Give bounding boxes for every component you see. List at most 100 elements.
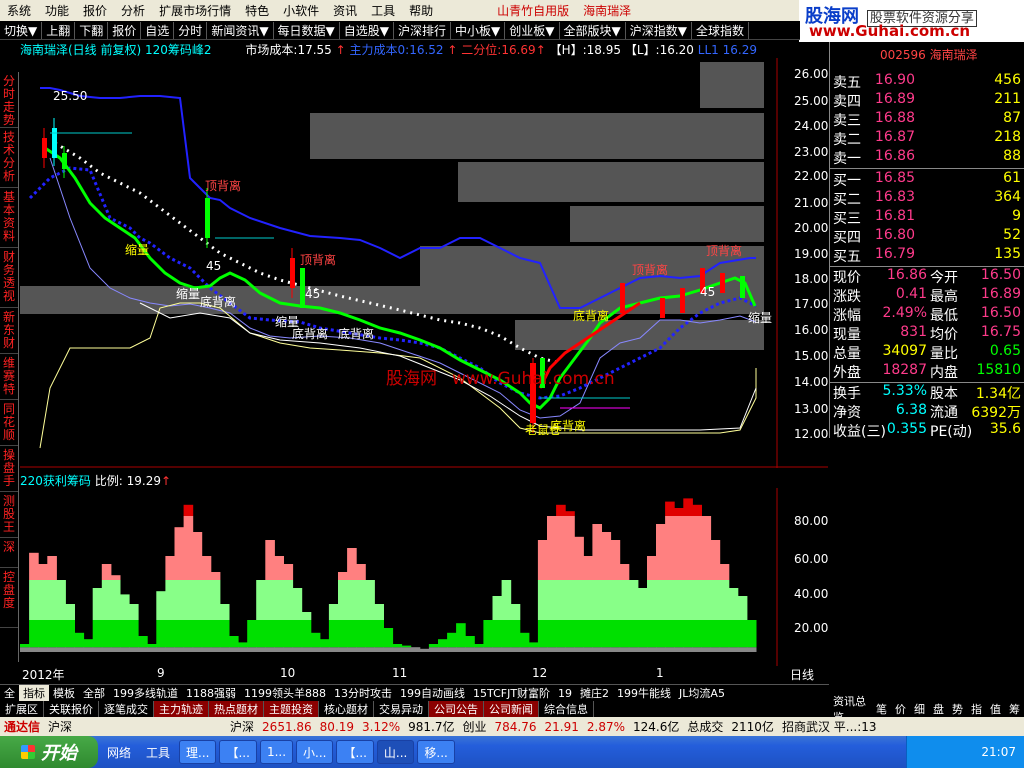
task-item-6[interactable]: 小... xyxy=(296,740,334,764)
tab-jia[interactable]: 价 xyxy=(891,701,910,717)
toolbar-news[interactable]: 新闻资讯▼ xyxy=(207,21,274,39)
tab-ind-8[interactable]: 摊庄2 xyxy=(576,685,613,701)
tab-ind-4[interactable]: 13分时攻击 xyxy=(330,685,396,701)
start-button[interactable]: 开始 xyxy=(0,736,98,768)
toolbar-quote[interactable]: 报价 xyxy=(108,21,142,39)
nav-eastmoney[interactable]: 新东财 xyxy=(0,308,18,354)
toolbar-watchlist[interactable]: 自选 xyxy=(141,21,175,39)
tab-ind-2[interactable]: 1188强弱 xyxy=(182,685,240,701)
toolbar-all-sectors[interactable]: 全部版块▼ xyxy=(560,21,626,39)
toolbar-global-index[interactable]: 全球指数 xyxy=(692,21,749,39)
tab-ind-9[interactable]: 199牛能线 xyxy=(613,685,675,701)
toolbar-page-down[interactable]: 下翻 xyxy=(75,21,109,39)
toolbar-switch[interactable]: 切换▼ xyxy=(0,21,43,39)
ask-4-row[interactable]: 卖四 16.89 211 xyxy=(830,91,1024,110)
tab-related-quote[interactable]: 关联报价 xyxy=(44,701,99,717)
toolbar-page-up[interactable]: 上翻 xyxy=(42,21,76,39)
task-network[interactable]: 网络 xyxy=(101,740,137,764)
ask-3-row[interactable]: 卖三 16.88 87 xyxy=(830,110,1024,129)
toolbar-index[interactable]: 沪深指数▼ xyxy=(626,21,692,39)
tab-announcements[interactable]: 公司公告 xyxy=(429,701,484,717)
tab-template[interactable]: 模板 xyxy=(49,685,79,701)
cost-value: 17.55 xyxy=(297,43,332,57)
menu-analysis[interactable]: 分析 xyxy=(114,2,152,19)
tab-pan[interactable]: 盘 xyxy=(929,701,948,717)
clock[interactable]: 21:07 xyxy=(981,745,1016,759)
menu-help[interactable]: 帮助 xyxy=(402,2,440,19)
nav-control[interactable]: 控盘度 xyxy=(0,568,18,628)
menu-small-software[interactable]: 小软件 xyxy=(276,2,326,19)
price-chart[interactable]: 26.00 25.00 24.00 23.00 22.00 21.00 20.0… xyxy=(20,58,828,468)
nav-technical[interactable]: 技术分析 xyxy=(0,128,18,188)
menu-tools[interactable]: 工具 xyxy=(364,2,402,19)
toolbar-my-stocks[interactable]: 自选股▼ xyxy=(340,21,395,39)
task-tools[interactable]: 工具 xyxy=(140,740,176,764)
indicator-bar xyxy=(92,588,103,620)
bid-5-row[interactable]: 买五 16.79 135 xyxy=(830,246,1024,265)
tab-zhi[interactable]: 指 xyxy=(967,701,986,717)
tab-ind-6[interactable]: 15TCFJT财富阶 xyxy=(469,685,554,701)
task-item-5[interactable]: 1... xyxy=(259,740,294,764)
tab-hot-topics[interactable]: 热点题材 xyxy=(209,701,264,717)
menu-news[interactable]: 资讯 xyxy=(326,2,364,19)
ask-1-row[interactable]: 卖一 16.86 88 xyxy=(830,148,1024,167)
nav-basic-info[interactable]: 基本资料 xyxy=(0,188,18,248)
indicator-bar xyxy=(565,580,575,620)
menu-function[interactable]: 功能 xyxy=(38,2,76,19)
tab-tick-trades[interactable]: 逐笔成交 xyxy=(99,701,154,717)
task-item-9[interactable]: 移... xyxy=(417,740,455,764)
market-label[interactable]: 沪深 xyxy=(44,718,76,735)
nav-shen[interactable]: 深 xyxy=(0,538,18,568)
ask-2-row[interactable]: 卖二 16.87 218 xyxy=(830,129,1024,148)
indicator-bar xyxy=(101,564,112,580)
nav-tonghuashun[interactable]: 同花顺 xyxy=(0,400,18,446)
task-item-8[interactable]: 山... xyxy=(376,740,415,764)
menu-feature[interactable]: 特色 xyxy=(238,2,276,19)
nav-intraday[interactable]: 分时走势 xyxy=(0,72,18,128)
tab-extension[interactable]: 扩展区 xyxy=(0,701,44,717)
tab-general-info[interactable]: 综合信息 xyxy=(539,701,594,717)
nav-weisaite[interactable]: 维赛特 xyxy=(0,354,18,400)
ask-5-row[interactable]: 卖五 16.90 456 xyxy=(830,72,1024,91)
task-item-4[interactable]: 【... xyxy=(219,740,257,764)
tab-company-news[interactable]: 公司新闻 xyxy=(484,701,539,717)
tab-chou[interactable]: 筹 xyxy=(1005,701,1024,717)
bid-4-row[interactable]: 买四 16.80 52 xyxy=(830,227,1024,246)
nav-trader[interactable]: 操盘手 xyxy=(0,446,18,492)
ask-volume: 456 xyxy=(994,72,1021,88)
tab-ind-5[interactable]: 199自动画线 xyxy=(396,685,469,701)
tab-theme-invest[interactable]: 主题投资 xyxy=(264,701,319,717)
toolbar-sme-board[interactable]: 中小板▼ xyxy=(451,21,506,39)
indicator-bar xyxy=(528,647,539,652)
task-item-7[interactable]: 【... xyxy=(336,740,374,764)
tab-trade-anomaly[interactable]: 交易异动 xyxy=(374,701,429,717)
tab-shi[interactable]: 势 xyxy=(948,701,967,717)
menu-system[interactable]: 系统 xyxy=(0,2,38,19)
menu-quote[interactable]: 报价 xyxy=(76,2,114,19)
tab-all-short[interactable]: 全 xyxy=(0,685,19,701)
toolbar-ranking[interactable]: 沪深排行 xyxy=(394,21,452,39)
period-label[interactable]: 日线 xyxy=(790,666,814,683)
bid-3-row[interactable]: 买三 16.81 9 xyxy=(830,208,1024,227)
tab-bi[interactable]: 笔 xyxy=(872,701,891,717)
nav-finance[interactable]: 财务透视 xyxy=(0,248,18,308)
task-item-3[interactable]: 理... xyxy=(179,740,217,764)
menu-extended-market[interactable]: 扩展市场行情 xyxy=(152,2,238,19)
toolbar-intraday[interactable]: 分时 xyxy=(174,21,208,39)
toolbar-daily-data[interactable]: 每日数据▼ xyxy=(274,21,340,39)
nav-stock-king[interactable]: 测股王 xyxy=(0,492,18,538)
indicator-chart[interactable]: 80.00 60.00 40.00 20.00 xyxy=(20,488,828,666)
tab-all[interactable]: 全部 xyxy=(79,685,109,701)
tab-indicator[interactable]: 指标 xyxy=(19,685,49,701)
bid-2-row[interactable]: 买二 16.83 364 xyxy=(830,189,1024,208)
tab-ind-10[interactable]: JL均流A5 xyxy=(675,685,729,701)
tab-ind-7[interactable]: 19 xyxy=(554,687,576,700)
toolbar-gem-board[interactable]: 创业板▼ xyxy=(505,21,560,39)
tab-ind-1[interactable]: 199多线轨道 xyxy=(109,685,182,701)
tab-core-topics[interactable]: 核心题材 xyxy=(319,701,374,717)
tab-ind-3[interactable]: 1199领头羊888 xyxy=(240,685,330,701)
tab-zhi2[interactable]: 值 xyxy=(986,701,1005,717)
bid-1-row[interactable]: 买一 16.85 61 xyxy=(830,170,1024,189)
tab-xi[interactable]: 细 xyxy=(910,701,929,717)
tab-main-force[interactable]: 主力轨迹 xyxy=(154,701,209,717)
